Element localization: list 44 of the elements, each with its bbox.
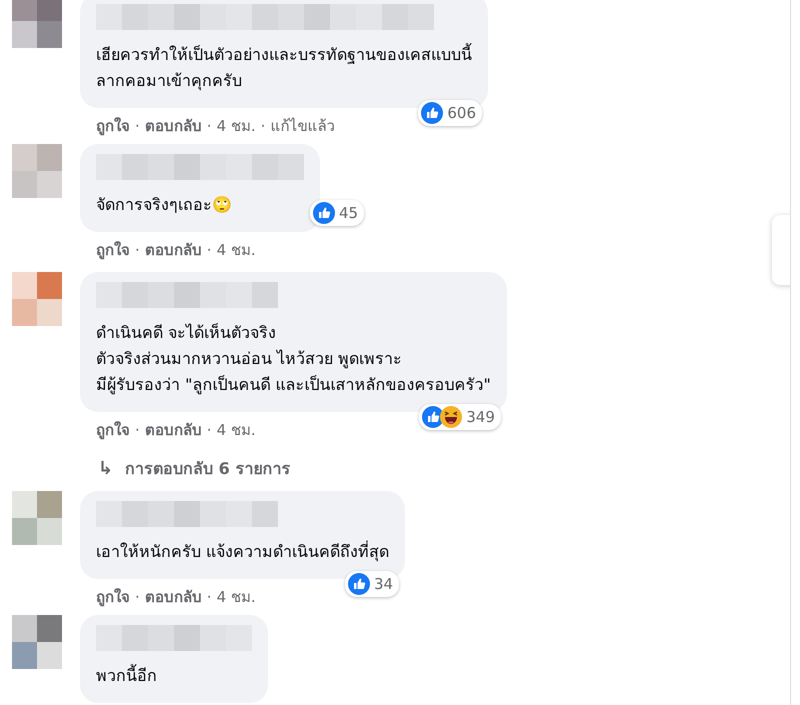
action-link[interactable]: ตอบกลับ	[144, 238, 202, 262]
action-link[interactable]: ถูกใจ	[96, 238, 130, 262]
reply-arrow-icon: ↳	[98, 458, 114, 479]
view-replies-link[interactable]: การตอบกลับ 6 รายการ	[125, 456, 290, 481]
separator-dot: ·	[206, 421, 212, 439]
meta-text: 4 ชม.	[216, 587, 256, 608]
reaction-badge[interactable]: 349	[419, 404, 501, 430]
action-link[interactable]: ถูกใจ	[96, 585, 130, 609]
reaction-count: 45	[339, 204, 358, 222]
separator-dot: ·	[206, 117, 212, 135]
separator-dot: ·	[135, 421, 140, 439]
action-link[interactable]: ถูกใจ	[96, 114, 130, 138]
meta-text: แก้ไขแล้ว	[270, 116, 334, 137]
separator-dot: ·	[135, 241, 140, 259]
separator-dot: ·	[135, 117, 140, 135]
separator-dot: ·	[135, 588, 140, 606]
thumbs-up-icon	[313, 202, 335, 224]
comment-text: พวกนี้อีก	[96, 663, 158, 687]
reaction-badge[interactable]: 606	[418, 100, 482, 126]
comment-text: ตัวจริงส่วนมากหวานอ่อน ไหว้สวย พูดเพราะ	[96, 348, 404, 370]
reaction-count: 606	[447, 104, 476, 122]
reaction-count: 34	[374, 575, 394, 593]
meta-text: 4 ชม.	[216, 116, 256, 137]
reaction-badge[interactable]: 34	[345, 571, 400, 597]
action-link[interactable]: ตอบกลับ	[144, 114, 202, 138]
separator-dot: ·	[260, 117, 266, 135]
reaction-count: 349	[466, 408, 495, 426]
laughing-face-icon	[440, 406, 462, 428]
thumbs-up-icon	[421, 102, 444, 124]
action-link[interactable]: ตอบกลับ	[144, 418, 202, 442]
comment-text: เอาให้หนักครับ แจ้งความดำเนินคดีถึงที่สุด	[96, 540, 390, 564]
reaction-badge[interactable]: 45	[310, 200, 364, 226]
meta-text: 4 ชม.	[216, 420, 256, 441]
separator-dot: ·	[206, 588, 212, 606]
comment-text: มีผู้รับรองว่า "ลูกเป็นคนดี และเป็นเสาหลักของครอบครัว"	[96, 374, 491, 396]
comment-text: ดำเนินคดี จะได้เห็นตัวจริง	[96, 322, 278, 344]
action-link[interactable]: ถูกใจ	[96, 418, 130, 442]
thumbs-up-icon	[348, 573, 370, 595]
comment-text: จัดการจริงๆเถอะ🙄	[96, 194, 233, 216]
action-link[interactable]: ตอบกลับ	[144, 585, 202, 609]
meta-text: 4 ชม.	[216, 240, 256, 261]
separator-dot: ·	[206, 241, 212, 259]
comment-text: เฮียควรทำให้เป็นตัวอย่างและบรรทัดฐานของเคสแบบนี้	[96, 42, 472, 66]
comment-text: ลากคอมาเข้าคุกครับ	[96, 70, 243, 92]
